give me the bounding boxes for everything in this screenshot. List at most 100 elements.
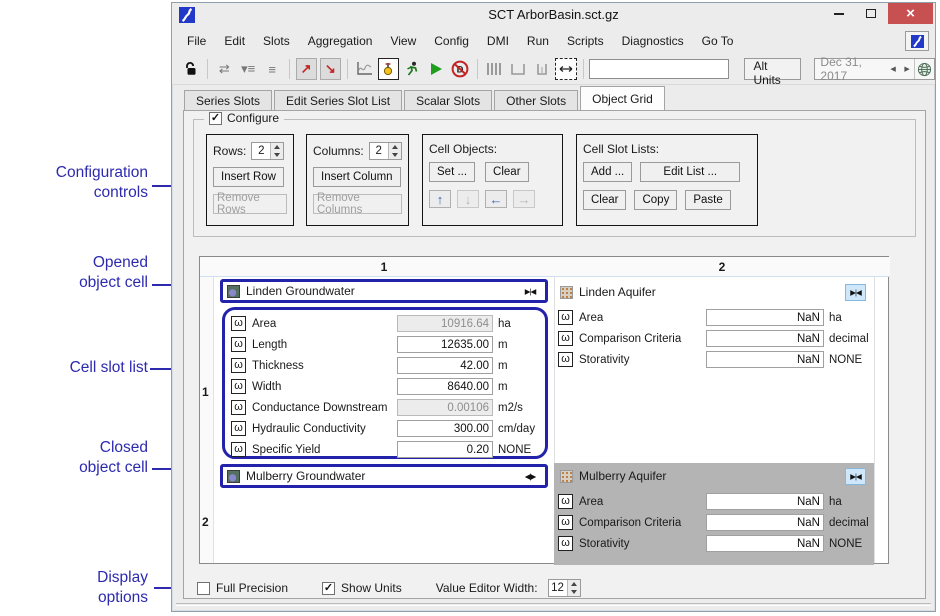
- value-editor-width-spinner[interactable]: 12: [548, 579, 581, 597]
- start-run-button[interactable]: [426, 58, 447, 80]
- shrink-columns-narrow-button[interactable]: [531, 58, 552, 80]
- shrink-columns-button[interactable]: [508, 58, 529, 80]
- slot-value-input[interactable]: [397, 378, 493, 395]
- spin-down-icon[interactable]: [389, 151, 401, 159]
- collapse-cell-button[interactable]: ▶|◀: [845, 468, 866, 485]
- menu-aggregation[interactable]: Aggregation: [299, 30, 382, 52]
- menu-goto[interactable]: Go To: [693, 30, 743, 52]
- date-prev-button[interactable]: ◀: [886, 60, 900, 78]
- move-left-button[interactable]: ←: [485, 190, 507, 208]
- title-bar: SCT ArborBasin.sct.gz ×: [172, 3, 935, 28]
- minimize-button[interactable]: [824, 3, 854, 24]
- object-title: Mulberry Aquifer: [579, 469, 845, 483]
- object-header-mulberry-aquifer[interactable]: Mulberry Aquifer ▶|◀: [556, 467, 870, 485]
- list-button[interactable]: ≡: [262, 58, 283, 80]
- menu-scripts[interactable]: Scripts: [558, 30, 613, 52]
- menu-dmi[interactable]: DMI: [478, 30, 518, 52]
- slot-value-input[interactable]: [706, 330, 824, 347]
- show-columns-button[interactable]: [484, 58, 505, 80]
- object-title: Mulberry Groundwater: [246, 469, 519, 483]
- slot-value-input[interactable]: [397, 336, 493, 353]
- toolbar-search-input[interactable]: [589, 59, 729, 79]
- value-editor-width-arrows[interactable]: [567, 580, 580, 596]
- slot-value-input[interactable]: [397, 315, 493, 332]
- slot-value-input[interactable]: [397, 441, 493, 458]
- tab-other-slots[interactable]: Other Slots: [494, 90, 578, 110]
- cell-objects-set-button[interactable]: Set ...: [429, 162, 475, 182]
- plot-button[interactable]: [354, 58, 375, 80]
- move-right-button[interactable]: →: [513, 190, 535, 208]
- spin-up-icon[interactable]: [568, 580, 580, 588]
- menu-view[interactable]: View: [381, 30, 425, 52]
- slot-value-input[interactable]: [706, 535, 824, 552]
- move-up-button[interactable]: ↑: [429, 190, 451, 208]
- stop-run-button[interactable]: D: [450, 58, 471, 80]
- slot-list-edit-button[interactable]: Edit List ...: [640, 162, 740, 182]
- collapse-cell-button[interactable]: ▶|◀: [519, 284, 541, 299]
- slot-value-input[interactable]: [706, 309, 824, 326]
- spin-up-icon[interactable]: [271, 143, 283, 151]
- slot-row: Comparison Criteria decimal: [558, 328, 872, 349]
- spin-down-icon[interactable]: [568, 588, 580, 596]
- close-button[interactable]: ×: [888, 3, 933, 24]
- dive-in-button[interactable]: ↘: [320, 58, 341, 80]
- columns-spinner-arrows[interactable]: [388, 143, 401, 159]
- remove-columns-button[interactable]: Remove Columns: [313, 194, 402, 214]
- slot-value-input[interactable]: [706, 514, 824, 531]
- slot-list-clear-button[interactable]: Clear: [583, 190, 626, 210]
- slot-row: Length m: [231, 334, 539, 355]
- spin-down-icon[interactable]: [271, 151, 283, 159]
- tab-series-slots[interactable]: Series Slots: [184, 90, 272, 110]
- open-object-button[interactable]: ↗: [296, 58, 317, 80]
- object-header-linden-aquifer[interactable]: Linden Aquifer ▶|◀: [556, 283, 870, 301]
- raise-riverware-button[interactable]: [905, 31, 929, 51]
- slot-list-add-button[interactable]: Add ...: [583, 162, 632, 182]
- maximize-button[interactable]: [856, 3, 886, 24]
- show-units-checkbox[interactable]: [322, 582, 335, 595]
- sct-button[interactable]: [378, 58, 399, 80]
- alt-units-button[interactable]: Alt Units: [744, 58, 801, 80]
- date-globe-button[interactable]: [914, 59, 934, 79]
- insert-column-button[interactable]: Insert Column: [313, 167, 401, 187]
- tab-scalar-slots[interactable]: Scalar Slots: [404, 90, 492, 110]
- run-control-button[interactable]: [402, 58, 423, 80]
- menu-file[interactable]: File: [178, 30, 215, 52]
- fit-width-button[interactable]: [555, 58, 576, 80]
- object-header-mulberry-groundwater[interactable]: Mulberry Groundwater ◀|▶: [220, 464, 548, 488]
- expand-cell-button[interactable]: ◀|▶: [519, 469, 541, 484]
- menu-slots[interactable]: Slots: [254, 30, 299, 52]
- slot-value-input[interactable]: [397, 357, 493, 374]
- slot-value-input[interactable]: [706, 493, 824, 510]
- menu-config[interactable]: Config: [425, 30, 478, 52]
- menu-diagnostics[interactable]: Diagnostics: [613, 30, 693, 52]
- lock-open-button[interactable]: [180, 58, 201, 80]
- slot-value-input[interactable]: [397, 399, 493, 416]
- full-precision-checkbox[interactable]: [197, 582, 210, 595]
- annotation-cell-slot-list: Cell slot list: [10, 358, 148, 378]
- navigate-slots-button[interactable]: ⇄: [214, 58, 235, 80]
- configure-checkbox[interactable]: [209, 112, 222, 125]
- slot-row: Width m: [231, 376, 539, 397]
- rows-spinner[interactable]: 2: [251, 142, 284, 160]
- collapse-cell-button[interactable]: ▶|◀: [845, 284, 866, 301]
- cell-objects-clear-button[interactable]: Clear: [485, 162, 528, 182]
- sort-list-button[interactable]: ▾≡: [238, 58, 259, 80]
- slot-row: Conductance Downstream m2/s: [231, 397, 539, 418]
- remove-rows-button[interactable]: Remove Rows: [213, 194, 287, 214]
- date-next-button[interactable]: ▶: [900, 60, 914, 78]
- insert-row-button[interactable]: Insert Row: [213, 167, 284, 187]
- spin-up-icon[interactable]: [389, 143, 401, 151]
- tab-object-grid[interactable]: Object Grid: [580, 86, 665, 110]
- slot-value-input[interactable]: [397, 420, 493, 437]
- object-header-linden-groundwater[interactable]: Linden Groundwater ▶|◀: [220, 279, 548, 303]
- columns-spinner[interactable]: 2: [369, 142, 402, 160]
- move-down-button[interactable]: ↓: [457, 190, 479, 208]
- slot-row: Comparison Criteria decimal: [558, 512, 872, 533]
- slot-value-input[interactable]: [706, 351, 824, 368]
- slot-list-copy-button[interactable]: Copy: [634, 190, 677, 210]
- menu-edit[interactable]: Edit: [215, 30, 254, 52]
- slot-list-paste-button[interactable]: Paste: [685, 190, 730, 210]
- tab-edit-series-slot-list[interactable]: Edit Series Slot List: [274, 90, 402, 110]
- menu-run[interactable]: Run: [518, 30, 558, 52]
- rows-spinner-arrows[interactable]: [270, 143, 283, 159]
